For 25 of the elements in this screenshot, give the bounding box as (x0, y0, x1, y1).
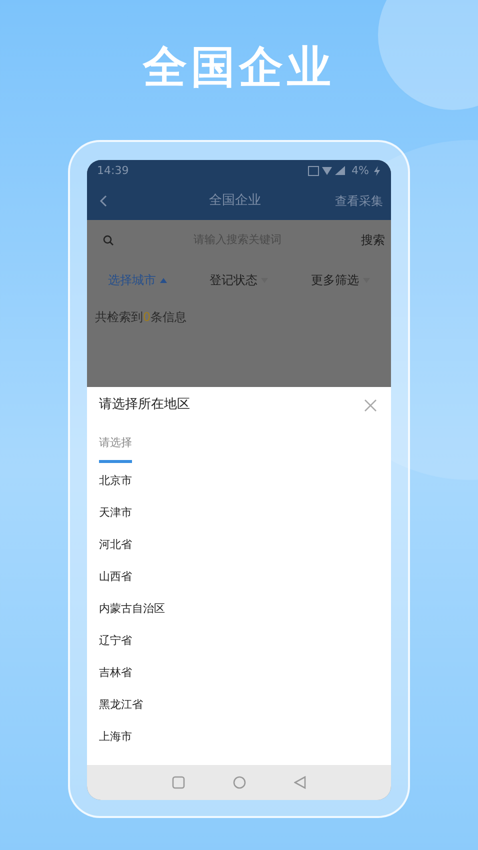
recents-icon[interactable] (172, 776, 185, 789)
clock: 14:39 (97, 162, 129, 179)
back-icon[interactable] (99, 195, 107, 207)
back-icon[interactable] (294, 776, 306, 789)
region-option[interactable]: 黑龙江省 (99, 696, 143, 714)
region-tab[interactable]: 请选择 (99, 435, 132, 462)
region-option[interactable]: 河北省 (99, 536, 132, 554)
caret-icon (160, 278, 168, 282)
region-option[interactable]: 天津市 (99, 504, 132, 522)
result-summary: 共检索到0条信息 (94, 309, 188, 326)
region-option[interactable]: 上海市 (99, 728, 132, 746)
status-icons (308, 166, 348, 176)
sheet-title: 请选择所在地区 (99, 396, 190, 414)
region-option[interactable]: 辽宁省 (99, 632, 132, 650)
search-icon (103, 234, 114, 246)
region-option[interactable]: 吉林省 (99, 664, 132, 682)
region-option[interactable]: 北京市 (99, 472, 132, 490)
region-option[interactable]: 山西省 (99, 568, 132, 586)
screen-title: 全国企业 (209, 192, 261, 210)
region-option[interactable]: 内蒙古自治区 (99, 600, 165, 618)
charging-icon (373, 166, 381, 176)
close-icon[interactable] (364, 398, 377, 412)
headline: 全国企业 (143, 42, 335, 95)
home-icon[interactable] (233, 776, 246, 789)
battery-level: 4% (352, 162, 369, 179)
